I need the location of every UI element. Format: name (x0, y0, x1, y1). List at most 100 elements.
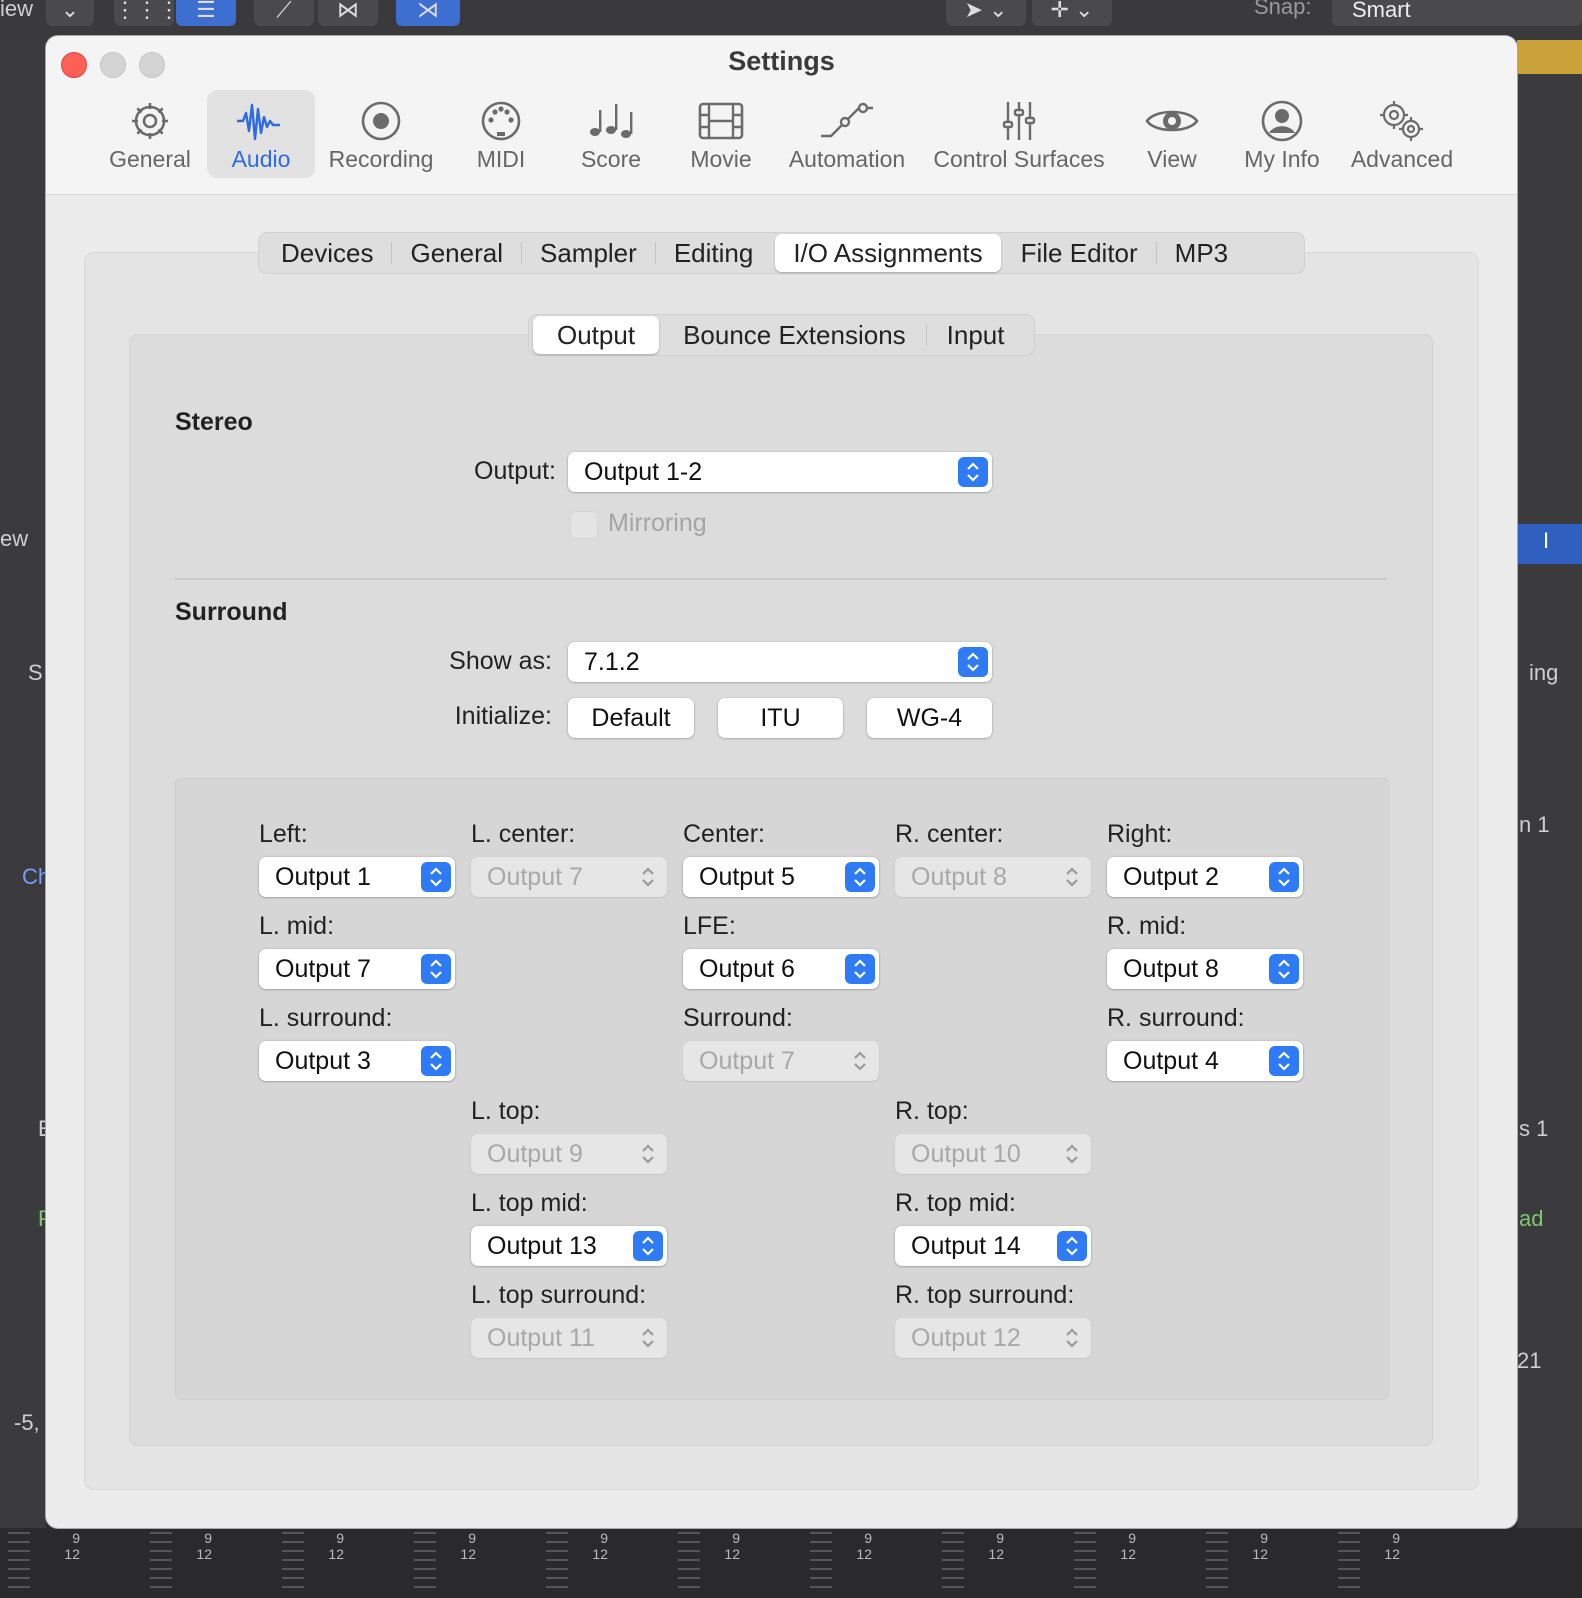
toolbar-view[interactable]: View (1132, 90, 1212, 178)
l-top-select[interactable]: Output 9 (471, 1134, 667, 1174)
io-subtabs: Output Bounce Extensions Input (528, 314, 1035, 356)
toolbar-recording[interactable]: Recording (323, 90, 439, 178)
r-top-surround-select[interactable]: Output 12 (895, 1318, 1091, 1358)
automation-tool-icon[interactable]: ⟋ (254, 0, 314, 26)
pointer-tool-icon[interactable]: ➤ ⌄ (946, 0, 1026, 26)
right-s1-label: s 1 (1519, 1116, 1549, 1141)
toolbar-score[interactable]: Score (564, 90, 658, 178)
l-top-surround-select[interactable]: Output 11 (471, 1318, 667, 1358)
right-channel-select[interactable]: Output 2 (1107, 857, 1303, 897)
level-meter (546, 1532, 568, 1592)
right-n1-label: n 1 (1519, 812, 1550, 837)
list-view-icon[interactable]: ☰ (176, 0, 236, 26)
chevron-updown-icon (633, 862, 663, 892)
toolbar-audio[interactable]: Audio (207, 90, 315, 178)
mirroring-checkbox[interactable] (570, 511, 598, 539)
catch-icon[interactable]: ⋊ (396, 0, 460, 26)
r-surround-select[interactable]: Output 4 (1107, 1041, 1303, 1081)
l-top-mid-label: L. top mid: (471, 1189, 588, 1217)
toolbar-advanced[interactable]: Advanced (1344, 90, 1460, 178)
tab-mp3[interactable]: MP3 (1157, 234, 1246, 272)
stereo-output-select[interactable]: Output 1-2 (568, 452, 992, 492)
surround-select[interactable]: Output 7 (683, 1041, 879, 1081)
l-top-surround-label: L. top surround: (471, 1281, 647, 1309)
chevron-updown-icon (421, 862, 451, 892)
chevron-updown-icon (1057, 862, 1087, 892)
grid-view-icon[interactable]: ⋮⋮⋮ (114, 0, 180, 26)
level-meter (8, 1532, 30, 1592)
level-meter (678, 1532, 700, 1592)
r-top-mid-select[interactable]: Output 14 (895, 1226, 1091, 1266)
chevron-updown-icon (1057, 1323, 1087, 1353)
toolbar-automation-label: Automation (788, 146, 906, 172)
daw-meter-strip: 9 12 9 12 9 12 9 12 9 12 9 12 9 12 9 12 9 12 9 12 … (0, 1528, 1582, 1598)
toolbar-movie[interactable]: Movie (674, 90, 768, 178)
tab-io-assignments[interactable]: I/O Assignments (775, 234, 1001, 272)
window-title: Settings (728, 46, 835, 76)
meter-scale-top: 9 (600, 1530, 608, 1546)
default-button[interactable]: Default (568, 698, 694, 738)
level-meter (1206, 1532, 1228, 1592)
show-as-value: 7.1.2 (584, 648, 640, 676)
r-mid-label: R. mid: (1107, 912, 1187, 940)
surround-label: Surround: (683, 1004, 793, 1032)
meter-scale-bottom: 12 (856, 1546, 872, 1562)
snap-value: Smart (1352, 0, 1411, 22)
meter-scale-bottom: 12 (724, 1546, 740, 1562)
gears-icon (1380, 101, 1423, 141)
right-i-label: I (1543, 528, 1550, 553)
subtab-output[interactable]: Output (533, 316, 660, 354)
meter-scale-bottom: 12 (988, 1546, 1004, 1562)
subtab-input[interactable]: Input (927, 316, 1025, 354)
wg4-button[interactable]: WG-4 (867, 698, 992, 738)
toolbar-my-info-label: My Info (1244, 146, 1320, 172)
tab-general[interactable]: General (392, 234, 521, 272)
l-mid-select[interactable]: Output 7 (259, 949, 455, 989)
tab-devices[interactable]: Devices (263, 234, 391, 272)
snap-select[interactable]: Smart (1332, 0, 1582, 26)
lfe-select[interactable]: Output 6 (683, 949, 879, 989)
tab-editing[interactable]: Editing (656, 234, 772, 272)
tab-sampler[interactable]: Sampler (522, 234, 655, 272)
l-surround-select[interactable]: Output 3 (259, 1041, 455, 1081)
l-top-mid-select[interactable]: Output 13 (471, 1226, 667, 1266)
meter-scale-bottom: 12 (328, 1546, 344, 1562)
record-icon (361, 101, 401, 141)
l-center-select[interactable]: Output 7 (471, 857, 667, 897)
r-top-mid-value: Output 14 (911, 1232, 1021, 1260)
r-mid-select[interactable]: Output 8 (1107, 949, 1303, 989)
chevron-updown-icon (845, 862, 875, 892)
meter-scale-top: 9 (1128, 1530, 1136, 1546)
view-chevron-icon[interactable]: ⌄ (46, 0, 94, 26)
toolbar-automation[interactable]: Automation (783, 90, 911, 178)
left-channel-select[interactable]: Output 1 (259, 857, 455, 897)
flex-tool-icon[interactable]: ⋈ (318, 0, 378, 26)
toolbar-midi-label: MIDI (476, 146, 526, 172)
r-top-select[interactable]: Output 10 (895, 1134, 1091, 1174)
level-meter (810, 1532, 832, 1592)
toolbar-midi[interactable]: MIDI (456, 90, 546, 178)
marquee-tool-icon[interactable]: ✛ ⌄ (1032, 0, 1112, 26)
person-icon (1261, 100, 1303, 142)
toolbar-general[interactable]: General (100, 90, 200, 178)
r-center-value: Output 8 (911, 863, 1007, 891)
waveform-icon (237, 103, 280, 141)
eye-icon (1145, 110, 1199, 132)
view-menu-label[interactable]: iew (0, 0, 33, 22)
r-center-select[interactable]: Output 8 (895, 857, 1091, 897)
tab-file-editor[interactable]: File Editor (1003, 234, 1156, 272)
meter-scale-top: 9 (1392, 1530, 1400, 1546)
subtab-bounce-extensions[interactable]: Bounce Extensions (659, 316, 926, 354)
show-as-select[interactable]: 7.1.2 (568, 642, 992, 682)
itu-button[interactable]: ITU (718, 698, 843, 738)
meter-scale: 9 12 (986, 1530, 1004, 1562)
inspector-highlight: I (1517, 524, 1582, 564)
r-surround-label: R. surround: (1107, 1004, 1245, 1032)
daw-left-panel: ew S Ch E P -5, (0, 40, 53, 1598)
left-value-label: -5, (14, 1410, 40, 1435)
left-channel-value: Output 1 (275, 863, 371, 891)
toolbar-my-info[interactable]: My Info (1236, 90, 1328, 178)
toolbar-control-surfaces[interactable]: Control Surfaces (926, 90, 1112, 178)
center-select[interactable]: Output 5 (683, 857, 879, 897)
track-region (1517, 40, 1582, 74)
